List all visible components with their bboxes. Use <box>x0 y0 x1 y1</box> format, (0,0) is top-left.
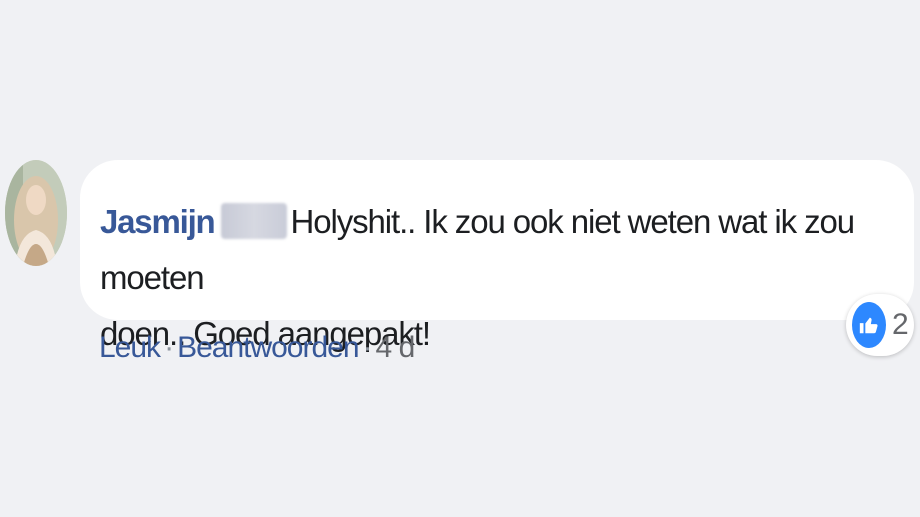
separator: · <box>164 331 174 364</box>
timestamp[interactable]: 4 d <box>376 331 416 364</box>
comment-bubble: Jasmijn Holyshit.. Ik zou ook niet weten … <box>80 160 914 352</box>
reaction-summary[interactable]: 2 <box>846 294 914 356</box>
redacted-surname <box>220 203 287 239</box>
like-link[interactable]: Leuk <box>99 331 161 364</box>
comment-actions: Leuk · Beantwoorden · 4 d <box>99 331 416 365</box>
comment: Jasmijn Holyshit.. Ik zou ook niet weten … <box>0 0 920 517</box>
separator: · <box>362 331 373 364</box>
reply-link[interactable]: Beantwoorden <box>177 331 359 364</box>
thumbs-up-icon <box>852 302 886 348</box>
author-name[interactable]: Jasmijn <box>100 203 216 240</box>
reaction-count: 2 <box>892 308 909 341</box>
avatar[interactable] <box>5 160 67 266</box>
